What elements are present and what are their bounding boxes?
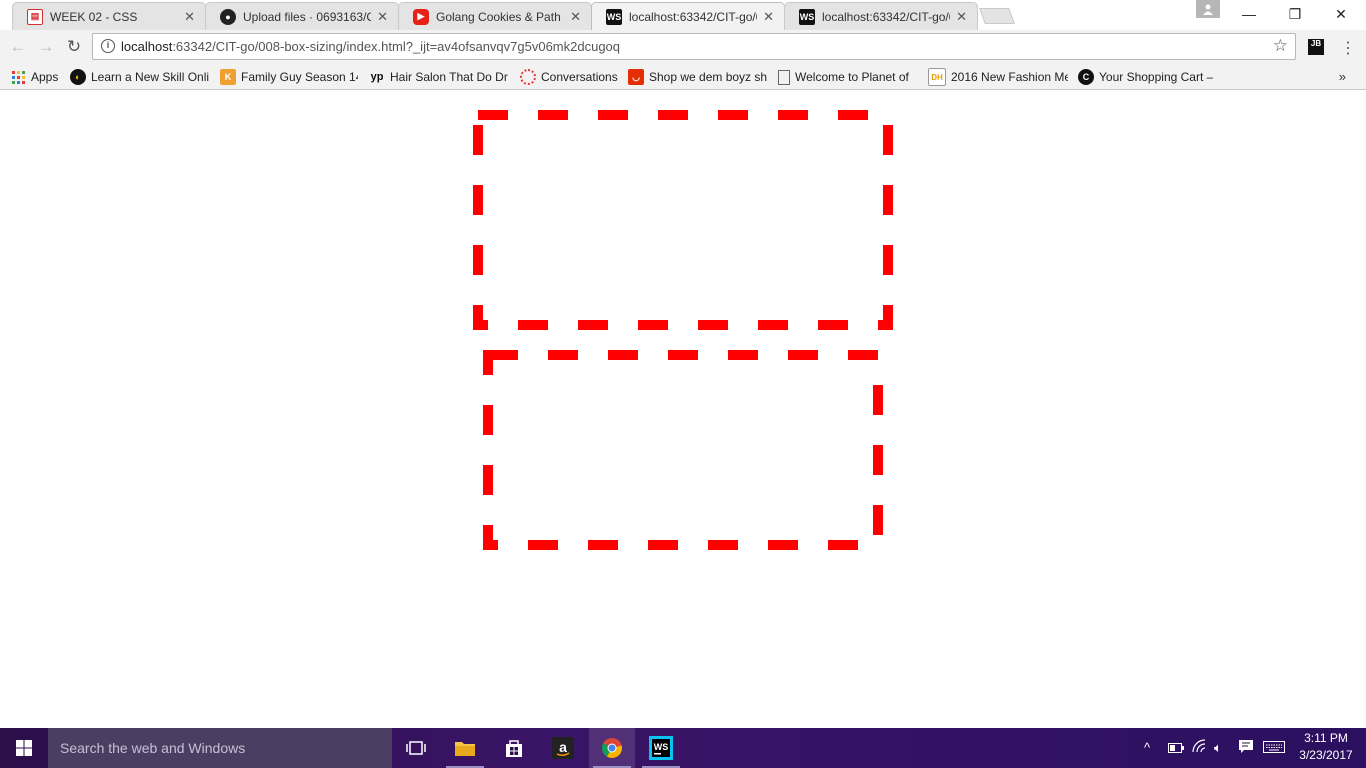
url-host: localhost: [121, 39, 173, 54]
bookmark-hair-salon[interactable]: yp Hair Salon That Do Dr: [369, 68, 509, 86]
tab-title: Golang Cookies & Path -: [436, 9, 565, 24]
bookmark-learn-skill[interactable]: ◐ Learn a New Skill Onli: [70, 68, 210, 86]
youtube-icon: ▶: [413, 8, 429, 25]
bookmark-family-guy[interactable]: K Family Guy Season 14: [220, 68, 358, 86]
bookmark-star-icon[interactable]: ☆: [1273, 36, 1288, 56]
bookmark-label: Shop we dem boyz sh: [649, 70, 768, 84]
tab-week02[interactable]: ▤ WEEK 02 - CSS ✕: [12, 2, 206, 30]
windows-taskbar: Search the web and Windows a WS ^ 🔈︎ 3:1…: [0, 728, 1366, 768]
c-icon: C: [1078, 69, 1094, 85]
close-icon[interactable]: ✕: [377, 9, 388, 25]
store-icon[interactable]: [491, 728, 537, 768]
tab-strip: ▤ WEEK 02 - CSS ✕ ● Upload files · 06931…: [0, 0, 1366, 30]
page-icon: [778, 69, 790, 85]
dashed-box-1: [473, 110, 893, 330]
new-tab-button[interactable]: [979, 8, 1015, 24]
tab-title: localhost:63342/CIT-go/0: [629, 9, 758, 24]
close-window-button[interactable]: ✕: [1318, 0, 1364, 28]
task-view-icon[interactable]: [393, 728, 439, 768]
yp-icon: yp: [370, 71, 384, 83]
close-icon[interactable]: ✕: [570, 9, 581, 25]
webstorm-icon: WS: [799, 8, 815, 25]
dashed-box-1-border: [473, 110, 893, 330]
dh-icon: DH: [928, 68, 946, 86]
bookmark-label: 2016 New Fashion Me: [951, 70, 1068, 84]
tab-title: localhost:63342/CIT-go/0: [822, 9, 951, 24]
windows-logo-icon: [16, 740, 32, 756]
bookmark-shop[interactable]: ◡ Shop we dem boyz sh: [628, 68, 768, 86]
notifications-icon[interactable]: [1238, 739, 1254, 757]
browser-toolbar: ← → ↻ i localhost:63342/CIT-go/008-box-s…: [0, 30, 1366, 64]
dashed-box-2-border: [483, 350, 883, 550]
clock-time: 3:11 PM: [1304, 731, 1348, 745]
bookmark-label: Your Shopping Cart –: [1099, 70, 1214, 84]
chrome-icon[interactable]: [589, 728, 635, 768]
tab-localhost-active[interactable]: WS localhost:63342/CIT-go/0 ✕: [591, 2, 785, 30]
bookmark-planet[interactable]: Welcome to Planet of: [778, 68, 918, 86]
keyboard-icon[interactable]: [1263, 741, 1285, 756]
tab-golang-cookies[interactable]: ▶ Golang Cookies & Path - ✕: [398, 2, 592, 30]
tab-title: Upload files · 0693163/CI: [243, 9, 372, 24]
address-bar[interactable]: i localhost:63342/CIT-go/008-box-sizing/…: [92, 33, 1296, 60]
jetbrains-extension-icon[interactable]: JB: [1308, 39, 1324, 55]
github-icon: ●: [220, 8, 236, 25]
bookmark-shopping-cart[interactable]: C Your Shopping Cart –: [1078, 68, 1218, 86]
close-icon[interactable]: ✕: [763, 9, 774, 25]
back-button[interactable]: ←: [7, 36, 29, 58]
aliexpress-icon: ◡: [628, 69, 644, 85]
taskbar-search-input[interactable]: Search the web and Windows: [48, 728, 392, 768]
bookmark-label: Welcome to Planet of: [795, 70, 909, 84]
wifi-icon[interactable]: [1192, 739, 1208, 756]
forward-button[interactable]: →: [35, 36, 57, 58]
close-icon[interactable]: ✕: [184, 9, 195, 25]
tab-localhost[interactable]: WS localhost:63342/CIT-go/0 ✕: [784, 2, 978, 30]
dashed-box-2: [483, 350, 883, 550]
lynda-icon: ◐: [70, 69, 86, 85]
chrome-menu-icon[interactable]: ⋮: [1340, 38, 1356, 58]
volume-muted-icon[interactable]: 🔈︎: [1214, 740, 1222, 756]
bookmark-label: Conversations: [541, 70, 618, 84]
more-bookmarks-icon[interactable]: »: [1339, 69, 1346, 84]
bookmarks-bar: Apps ◐ Learn a New Skill Onli K Family G…: [0, 64, 1366, 90]
url-path: :63342/CIT-go/008-box-sizing/index.html?…: [172, 39, 621, 54]
webstorm-taskbar-icon[interactable]: WS: [638, 728, 684, 768]
tab-title: WEEK 02 - CSS: [50, 9, 138, 24]
profile-icon[interactable]: [1196, 0, 1220, 18]
taskbar-clock[interactable]: 3:11 PM 3/23/2017: [1296, 730, 1356, 764]
start-button[interactable]: [0, 728, 48, 768]
restore-button[interactable]: ❐: [1272, 0, 1318, 28]
conversations-icon: [520, 69, 536, 85]
svg-text:a: a: [559, 739, 567, 755]
apps-grid-icon: [10, 69, 26, 85]
bookmark-fashion[interactable]: DH 2016 New Fashion Me: [928, 68, 1068, 86]
minimize-button[interactable]: —: [1226, 0, 1272, 28]
close-icon[interactable]: ✕: [956, 9, 967, 25]
svg-text:WS: WS: [654, 742, 669, 752]
file-explorer-icon[interactable]: [442, 728, 488, 768]
amazon-icon[interactable]: a: [540, 728, 586, 768]
battery-icon[interactable]: [1168, 741, 1184, 756]
bookmark-label: Apps: [31, 70, 59, 84]
bookmark-conversations[interactable]: Conversations: [520, 68, 618, 86]
page-viewport: [0, 90, 1366, 728]
bookmark-label: Hair Salon That Do Dr: [390, 70, 508, 84]
webstorm-icon: WS: [606, 8, 622, 25]
bookmark-label: Learn a New Skill Onli: [91, 70, 210, 84]
bookmark-label: Family Guy Season 14: [241, 70, 358, 84]
k-icon: K: [220, 69, 236, 85]
url-text: localhost:63342/CIT-go/008-box-sizing/in…: [121, 39, 620, 54]
clock-date: 3/23/2017: [1299, 748, 1353, 762]
slides-icon: ▤: [27, 8, 43, 25]
reload-button[interactable]: ↻: [63, 36, 85, 58]
bookmark-apps[interactable]: Apps: [10, 68, 58, 86]
show-hidden-icons[interactable]: ^: [1144, 740, 1150, 755]
tab-upload-files[interactable]: ● Upload files · 0693163/CI ✕: [205, 2, 399, 30]
info-icon[interactable]: i: [101, 39, 115, 53]
